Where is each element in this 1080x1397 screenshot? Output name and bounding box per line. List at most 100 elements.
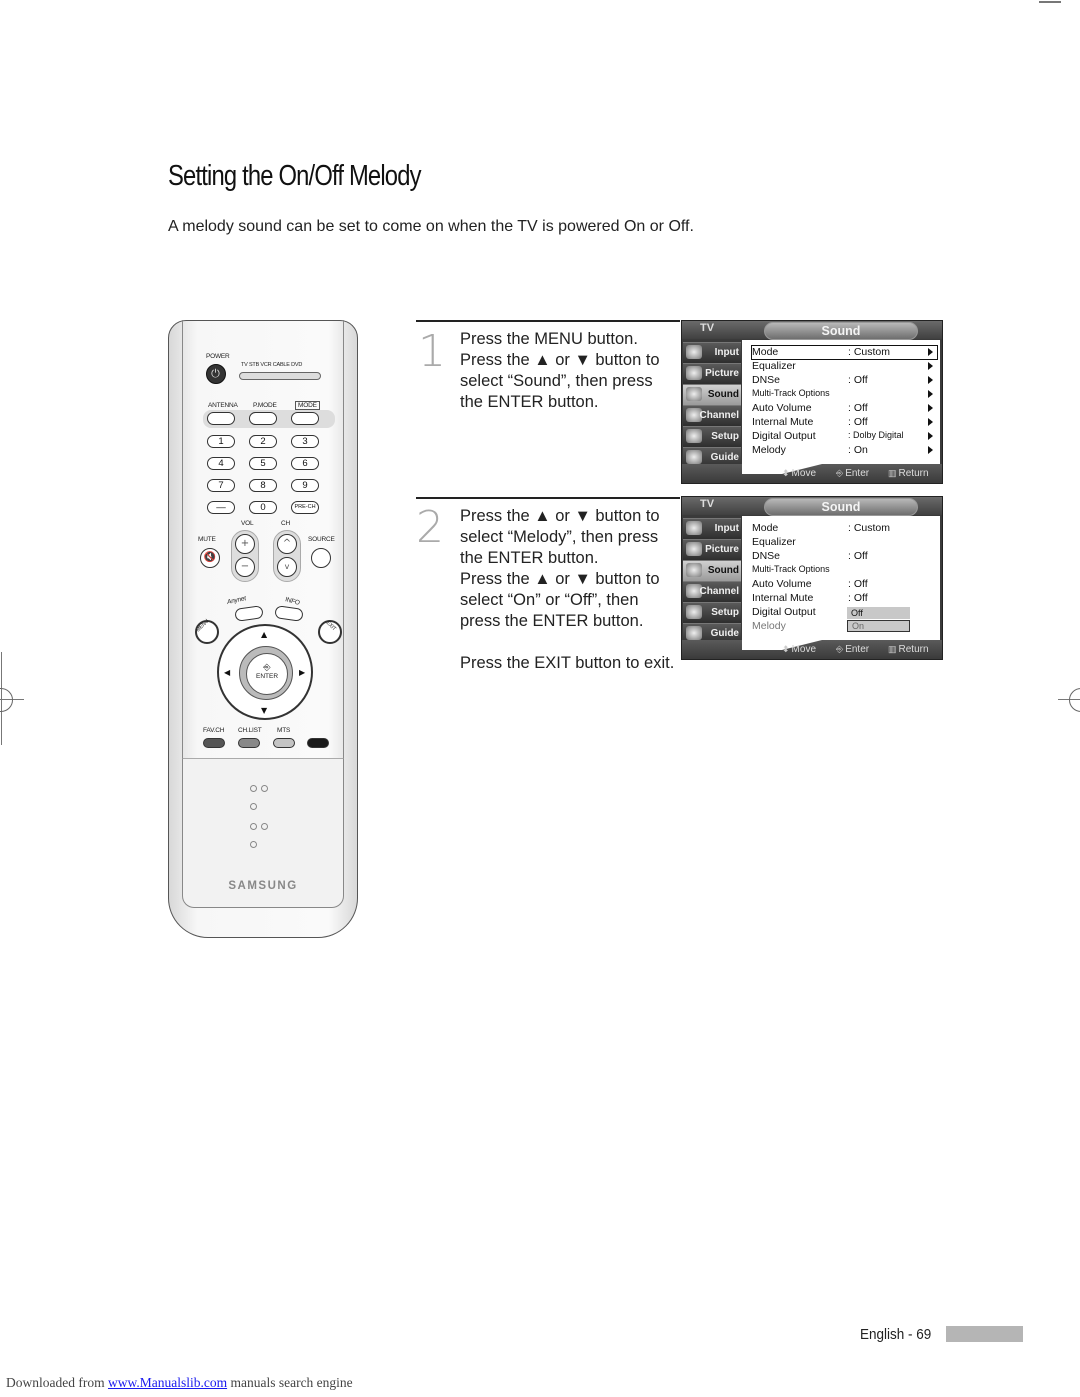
anynet-button bbox=[234, 605, 264, 622]
antenna-label: ANTENNA bbox=[208, 402, 238, 409]
osd-row-dnse[interactable]: DNSe: Off bbox=[752, 374, 937, 387]
menu-icon: ▥ bbox=[888, 644, 897, 654]
volume-up-button: + bbox=[235, 534, 255, 554]
ch-label: CH bbox=[281, 520, 290, 527]
anynet-label: Anynet bbox=[226, 595, 247, 606]
osd-footer: ⬍ Move ⎆ Enter ▥ Return bbox=[682, 640, 942, 659]
chevron-right-icon bbox=[928, 348, 933, 356]
osd-row-multitrack[interactable]: Multi-Track Options bbox=[752, 388, 937, 401]
osd-sidebar-item-sound[interactable]: Sound bbox=[683, 560, 741, 581]
favch-button bbox=[203, 738, 225, 748]
osd-row-mode[interactable]: Mode: Custom bbox=[752, 522, 937, 535]
step-2-text: Press the ▲ or ▼ button to select “Melod… bbox=[460, 506, 674, 674]
setup-icon bbox=[686, 605, 702, 619]
step-line: the ENTER button. bbox=[460, 549, 599, 567]
step-2-rule bbox=[416, 497, 680, 499]
osd-row-equalizer[interactable]: Equalizer bbox=[752, 360, 937, 373]
enter-button: ⎆ ENTER bbox=[246, 653, 288, 695]
favch-label: FAV.CH bbox=[203, 727, 225, 734]
osd-row-auto-volume[interactable]: Auto Volume: Off bbox=[752, 402, 937, 415]
osd-row-digital-output[interactable]: Digital Output: Dolby Digital bbox=[752, 430, 937, 443]
page-number: English - 69 bbox=[860, 1326, 932, 1343]
osd-title-pill: Sound bbox=[764, 322, 918, 340]
channel-rocker: ^ v bbox=[273, 530, 301, 582]
channel-down-button: v bbox=[277, 557, 297, 577]
remote-face: POWER TV STB VCR CABLE DVD ANTENNA P.MOD… bbox=[182, 320, 344, 760]
osd-sound-menu-1: TV Sound Input Picture Sound Channel Set… bbox=[681, 320, 943, 484]
step-2-number: 2 bbox=[416, 502, 444, 553]
vol-label: VOL bbox=[241, 520, 254, 527]
digit-button: 5 bbox=[249, 457, 277, 470]
osd-sidebar-item-input[interactable]: Input bbox=[683, 342, 741, 363]
melody-option-on[interactable]: On bbox=[847, 620, 910, 632]
menu-icon: ▥ bbox=[888, 468, 897, 478]
osd-header: TV Sound bbox=[682, 497, 942, 516]
osd-hint-enter: ⎆ Enter bbox=[836, 468, 870, 479]
osd-sidebar-item-input[interactable]: Input bbox=[683, 518, 741, 539]
osd-sidebar: Input Picture Sound Channel Setup Guide bbox=[683, 340, 741, 468]
osd-sidebar-item-picture[interactable]: Picture bbox=[683, 363, 741, 384]
remote-control-illustration: POWER TV STB VCR CABLE DVD ANTENNA P.MOD… bbox=[168, 320, 358, 940]
picture-icon bbox=[686, 542, 702, 556]
osd-title: Sound bbox=[821, 500, 861, 514]
osd-hint-move: ⬍ Move bbox=[782, 644, 816, 655]
step-exit-line: Press the EXIT button to exit. bbox=[460, 654, 675, 672]
right-arrow-icon: ▶ bbox=[299, 668, 306, 677]
osd-row-melody[interactable]: Melody: On bbox=[752, 444, 937, 457]
osd-row-internal-mute[interactable]: Internal Mute: Off bbox=[752, 592, 937, 605]
step-1-rule bbox=[416, 320, 680, 322]
channel-up-button: ^ bbox=[277, 534, 297, 554]
manualslib-link[interactable]: www.Manualslib.com bbox=[108, 1375, 227, 1390]
osd-row-equalizer[interactable]: Equalizer bbox=[752, 536, 937, 549]
blank-button bbox=[307, 738, 329, 748]
samsung-logo: SAMSUNG bbox=[228, 880, 298, 892]
osd-row-internal-mute[interactable]: Internal Mute: Off bbox=[752, 416, 937, 429]
chevron-right-icon bbox=[928, 418, 933, 426]
step-line: select “Melody”, then press bbox=[460, 528, 659, 546]
osd-sidebar-item-setup[interactable]: Setup bbox=[683, 602, 741, 623]
chevron-right-icon bbox=[928, 390, 933, 398]
melody-option-off[interactable]: Off bbox=[847, 607, 910, 619]
chevron-right-icon bbox=[928, 446, 933, 454]
osd-menu-list: Mode: Custom Equalizer DNSe: Off Multi-T… bbox=[742, 340, 940, 464]
osd-header: TV Sound bbox=[682, 321, 942, 340]
osd-footer: ⬍ Move ⎆ Enter ▥ Return bbox=[682, 464, 942, 483]
osd-tv-label: TV bbox=[700, 322, 715, 334]
digit-button: 3 bbox=[291, 435, 319, 448]
osd-tv-label: TV bbox=[700, 498, 715, 510]
osd-sidebar-item-channel[interactable]: Channel bbox=[683, 405, 741, 426]
mute-button: 🔇 bbox=[200, 548, 220, 568]
intro-text: A melody sound can be set to come on whe… bbox=[168, 218, 694, 235]
digit-button: 9 bbox=[291, 479, 319, 492]
digit-button: 1 bbox=[207, 435, 235, 448]
chevron-right-icon bbox=[928, 404, 933, 412]
speaker-icon bbox=[686, 563, 702, 577]
up-down-icon: ⬍ bbox=[782, 468, 790, 478]
osd-row-mode[interactable]: Mode: Custom bbox=[751, 345, 938, 360]
osd-hint-move: ⬍ Move bbox=[782, 468, 816, 479]
setup-icon bbox=[686, 429, 702, 443]
osd-hint-enter: ⎆ Enter bbox=[836, 644, 870, 655]
osd-sound-menu-2: TV Sound Input Picture Sound Channel Set… bbox=[681, 496, 943, 660]
digit-button: 0 bbox=[249, 501, 277, 514]
enter-ring: ⎆ ENTER bbox=[239, 646, 293, 700]
osd-row-multitrack[interactable]: Multi-Track Options bbox=[752, 564, 937, 577]
guide-icon bbox=[686, 450, 702, 464]
source-label: SOURCE bbox=[308, 536, 335, 543]
osd-row-dnse[interactable]: DNSe: Off bbox=[752, 550, 937, 563]
chevron-right-icon bbox=[928, 362, 933, 370]
osd-sidebar-item-picture[interactable]: Picture bbox=[683, 539, 741, 560]
step-line: Press the ▲ or ▼ button to bbox=[460, 351, 660, 369]
osd-sidebar-item-setup[interactable]: Setup bbox=[683, 426, 741, 447]
dash-button: — bbox=[207, 501, 235, 514]
speaker-holes bbox=[248, 779, 278, 853]
osd-row-auto-volume[interactable]: Auto Volume: Off bbox=[752, 578, 937, 591]
osd-sidebar-item-channel[interactable]: Channel bbox=[683, 581, 741, 602]
download-notice: Downloaded from www.Manualslib.com manua… bbox=[6, 1375, 353, 1390]
osd-sidebar-item-sound[interactable]: Sound bbox=[683, 384, 741, 405]
down-arrow-icon: ▼ bbox=[261, 706, 268, 715]
mute-label: MUTE bbox=[198, 536, 216, 543]
pmode-button bbox=[249, 412, 277, 425]
chlist-label: CH.LIST bbox=[238, 727, 262, 734]
step-line: Press the ▲ or ▼ button to bbox=[460, 507, 660, 525]
